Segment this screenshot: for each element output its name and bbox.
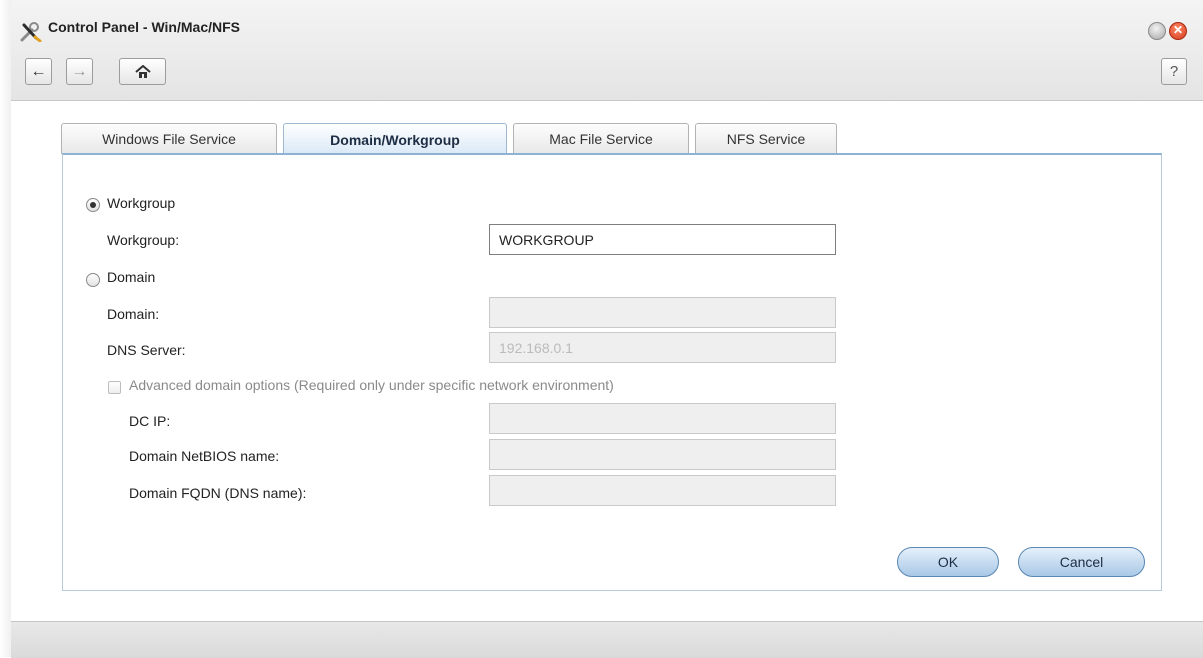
domain-fqdn-label: Domain FQDN (DNS name): [129, 485, 307, 501]
status-bar [11, 621, 1203, 658]
ok-button-label: OK [937, 554, 959, 570]
close-button[interactable]: ✕ [1169, 22, 1187, 40]
tab-windows-file-service[interactable]: Windows File Service [61, 123, 277, 154]
home-button[interactable] [119, 58, 166, 85]
workgroup-radio-label: Workgroup [107, 195, 176, 211]
tab-label: Windows File Service [102, 131, 236, 147]
tab-label: NFS Service [726, 131, 806, 147]
dc-ip-input[interactable] [489, 403, 836, 434]
close-icon: ✕ [1172, 23, 1184, 37]
cancel-button-label: Cancel [1059, 554, 1104, 570]
cancel-button[interactable]: Cancel [1018, 547, 1145, 577]
advanced-domain-options-checkbox[interactable] [108, 381, 121, 394]
tab-nfs-service[interactable]: NFS Service [695, 123, 837, 154]
workgroup-field-label: Workgroup: [107, 232, 180, 248]
tab-label: Mac File Service [549, 131, 653, 147]
back-button[interactable]: ← [25, 58, 52, 85]
arrow-left-icon: ← [30, 62, 47, 80]
domain-field-label: Domain: [107, 306, 160, 322]
domain-radio-label: Domain [107, 269, 156, 285]
ok-button[interactable]: OK [897, 547, 999, 577]
window-edge [0, 0, 11, 657]
domain-input[interactable] [489, 297, 836, 328]
dc-ip-label: DC IP: [129, 413, 171, 429]
wrench-screwdriver-icon [20, 22, 42, 42]
advanced-domain-options-label: Advanced domain options (Required only u… [129, 377, 614, 393]
domain-workgroup-panel: Workgroup Workgroup: Domain Domain: DNS … [62, 153, 1162, 591]
minimize-button[interactable] [1148, 22, 1166, 40]
workgroup-radio[interactable] [86, 198, 100, 212]
window-title: Control Panel - Win/Mac/NFS [48, 19, 240, 35]
title-bar: Control Panel - Win/Mac/NFS ✕ ← → ? [11, 0, 1203, 101]
forward-button[interactable]: → [66, 58, 93, 85]
domain-netbios-label: Domain NetBIOS name: [129, 448, 280, 464]
workgroup-input[interactable] [489, 224, 836, 255]
domain-netbios-input[interactable] [489, 439, 836, 470]
domain-fqdn-input[interactable] [489, 475, 836, 506]
home-icon [134, 64, 151, 78]
tab-label: Domain/Workgroup [330, 131, 460, 148]
arrow-right-icon: → [71, 62, 88, 80]
tab-mac-file-service[interactable]: Mac File Service [513, 123, 689, 154]
main-content: Windows File Service Domain/Workgroup Ma… [11, 101, 1203, 621]
dns-server-input[interactable] [489, 332, 836, 363]
help-button[interactable]: ? [1161, 58, 1187, 85]
domain-radio[interactable] [86, 273, 100, 287]
tab-domain-workgroup[interactable]: Domain/Workgroup [283, 123, 507, 155]
help-icon: ? [1169, 63, 1179, 80]
control-panel-window: Control Panel - Win/Mac/NFS ✕ ← → ? Wind… [0, 0, 1203, 658]
dns-server-label: DNS Server: [107, 342, 186, 358]
